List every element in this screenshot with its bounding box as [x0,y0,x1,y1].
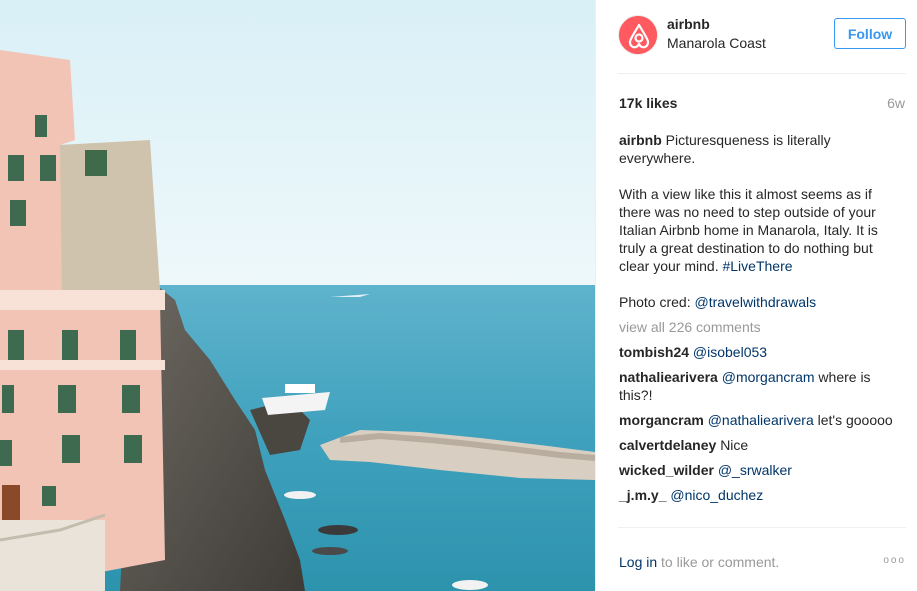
view-all-comments-link[interactable]: view all 226 comments [619,318,899,336]
caption-first-paragraph: airbnb Picturesqueness is literally ever… [619,131,899,167]
comment-item: tombish24 @isobel053 [619,343,899,361]
view-all-comments-row: view all 226 comments [619,318,899,336]
header-divider [618,73,906,74]
comment-item: morgancram @nathaliearivera let's gooooo [619,411,899,429]
comment-user[interactable]: wicked_wilder [619,462,714,478]
location-link[interactable]: Manarola Coast [667,35,766,51]
comments-list: view all 226 comments tombish24 @isobel0… [619,318,899,511]
credit-handle-link[interactable]: @travelwithdrawals [695,294,817,310]
hashtag-link[interactable]: #LiveThere [722,258,792,274]
username[interactable]: airbnb [667,16,710,32]
post-sidebar: airbnb Manarola Coast Follow 17k likes 6… [595,0,917,591]
comment-mention[interactable]: @isobel053 [693,344,767,360]
login-prompt: Log in to like or comment. [619,554,779,570]
post-footer: Log in to like or comment. ooo [596,528,917,591]
comment-user[interactable]: morgancram [619,412,704,428]
caption-second-paragraph: With a view like this it almost seems as… [619,185,899,275]
comment-user[interactable]: _j.m.y_ [619,487,666,503]
comment-user[interactable]: calvertdelaney [619,437,716,453]
manarola-coast-image [0,0,595,591]
comment-mention[interactable]: @nathaliearivera [708,412,814,428]
more-options-icon[interactable]: ooo [883,555,906,566]
comment-user[interactable]: tombish24 [619,344,689,360]
likes-count[interactable]: 17k likes [619,95,677,111]
airbnb-logo-icon [619,16,657,54]
post-photo[interactable] [0,0,595,591]
comment-item: calvertdelaney Nice [619,436,899,454]
comment-text: Nice [720,437,749,453]
follow-button[interactable]: Follow [834,18,906,49]
instagram-post: airbnb Manarola Coast Follow 17k likes 6… [0,0,917,591]
post-header: airbnb Manarola Coast Follow [596,0,917,74]
login-suffix: to like or comment. [661,554,780,570]
comment-user[interactable]: nathaliearivera [619,369,718,385]
credit-prefix: Photo cred: [619,294,691,310]
caption-author[interactable]: airbnb [619,132,662,148]
comment-mention[interactable]: @morgancram [722,369,815,385]
post-caption: airbnb Picturesqueness is literally ever… [619,131,899,311]
comment-item: nathaliearivera @morgancram where is thi… [619,368,899,404]
avatar[interactable] [618,15,658,55]
comment-mention[interactable]: @_srwalker [718,462,792,478]
comment-item: wicked_wilder @_srwalker [619,461,899,479]
comment-mention[interactable]: @nico_duchez [670,487,763,503]
comment-text: let's gooooo [817,412,893,428]
login-link[interactable]: Log in [619,554,657,570]
photo-credit: Photo cred: @travelwithdrawals [619,293,899,311]
post-timestamp[interactable]: 6w [887,95,905,111]
comment-item: _j.m.y_ @nico_duchez [619,486,899,504]
